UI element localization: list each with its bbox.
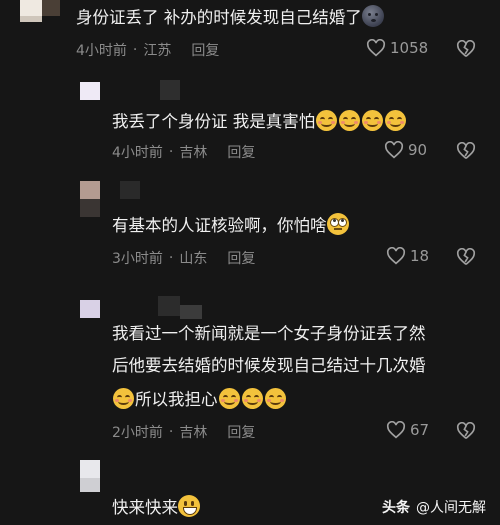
like-count: 90 xyxy=(408,141,428,159)
smile-emoji xyxy=(264,388,286,409)
smile-emoji xyxy=(339,110,361,131)
watermark-handle: @人间无解 xyxy=(416,500,486,516)
comment-location: 吉林 xyxy=(179,425,208,441)
comment-meta: 4小时前 · 吉林 回复 xyxy=(112,142,255,162)
comment-time: 4小时前 xyxy=(76,43,127,59)
comment-meta: 3小时前 · 山东 回复 xyxy=(112,248,255,268)
watermark: 头条 @人间无解 xyxy=(382,497,486,517)
broken-heart-icon[interactable] xyxy=(456,248,476,266)
like-count: 1058 xyxy=(390,39,429,57)
eye-roll-emoji xyxy=(326,213,349,235)
grin-emoji xyxy=(178,495,200,517)
avatar xyxy=(120,181,140,199)
broken-heart-icon[interactable] xyxy=(456,422,476,440)
avatar xyxy=(160,80,180,100)
avatar[interactable] xyxy=(80,181,100,199)
like-button[interactable]: 90 xyxy=(384,141,427,159)
avatar[interactable] xyxy=(80,460,100,478)
heart-outline-icon xyxy=(384,141,404,159)
avatar xyxy=(80,199,100,217)
comment-location: 吉林 xyxy=(179,145,208,161)
comment-location: 江苏 xyxy=(143,43,172,59)
comment-time: 2小时前 xyxy=(112,425,163,441)
reply-button[interactable]: 回复 xyxy=(227,422,255,442)
separator: · xyxy=(132,42,138,58)
smile-emoji xyxy=(385,110,407,131)
like-count: 67 xyxy=(410,421,430,439)
smile-emoji xyxy=(113,388,134,409)
comment-line: 我看过一个新闻就是一个女子身份证丢了然 xyxy=(112,324,426,343)
like-button[interactable]: 1058 xyxy=(366,39,428,57)
reply-button[interactable]: 回复 xyxy=(191,40,219,60)
avatar[interactable] xyxy=(80,82,100,100)
separator: · xyxy=(168,250,174,266)
comment-line: 所以我担心 xyxy=(135,390,218,409)
like-count: 18 xyxy=(410,247,430,265)
comment-line: 后他要去结婚的时候发现自己结过十几次婚 xyxy=(112,356,426,375)
heart-outline-icon xyxy=(386,421,406,439)
comment-text: 我看过一个新闻就是一个女子身份证丢了然 后他要去结婚的时候发现自己结过十几次婚 … xyxy=(112,320,426,413)
separator: · xyxy=(168,144,174,160)
broken-heart-icon[interactable] xyxy=(456,40,476,58)
smile-emoji xyxy=(218,388,240,409)
smile-emoji xyxy=(241,388,263,409)
smile-emoji xyxy=(316,110,338,131)
like-button[interactable]: 18 xyxy=(386,247,429,265)
avatar xyxy=(80,478,100,492)
smile-emoji xyxy=(362,110,384,131)
comment-text: 身份证丢了 补办的时候发现自己结婚了 xyxy=(76,4,384,31)
avatar xyxy=(158,296,180,316)
avatar[interactable] xyxy=(20,0,42,16)
separator: · xyxy=(168,424,174,440)
reply-button[interactable]: 回复 xyxy=(227,248,255,268)
moon-face-emoji xyxy=(361,5,384,27)
reply-button[interactable]: 回复 xyxy=(227,142,255,162)
comment-text: 我丢了个身份证 我是真害怕 xyxy=(112,108,407,135)
comment-meta: 4小时前 · 江苏 回复 xyxy=(76,40,219,60)
watermark-logo: 头条 xyxy=(382,500,410,516)
heart-outline-icon xyxy=(366,39,386,57)
comment-location: 山东 xyxy=(179,251,208,267)
comment-time: 3小时前 xyxy=(112,251,163,267)
comment-text: 有基本的人证核验啊，你怕啥 xyxy=(112,212,349,239)
broken-heart-icon[interactable] xyxy=(456,142,476,160)
comment-meta: 2小时前 · 吉林 回复 xyxy=(112,422,255,442)
avatar xyxy=(20,16,42,22)
avatar xyxy=(180,305,202,319)
comment-time: 4小时前 xyxy=(112,145,163,161)
avatar xyxy=(42,0,60,16)
like-button[interactable]: 67 xyxy=(386,421,429,439)
avatar[interactable] xyxy=(80,300,100,318)
comment-text: 快来快来 xyxy=(112,494,200,521)
heart-outline-icon xyxy=(386,247,406,265)
